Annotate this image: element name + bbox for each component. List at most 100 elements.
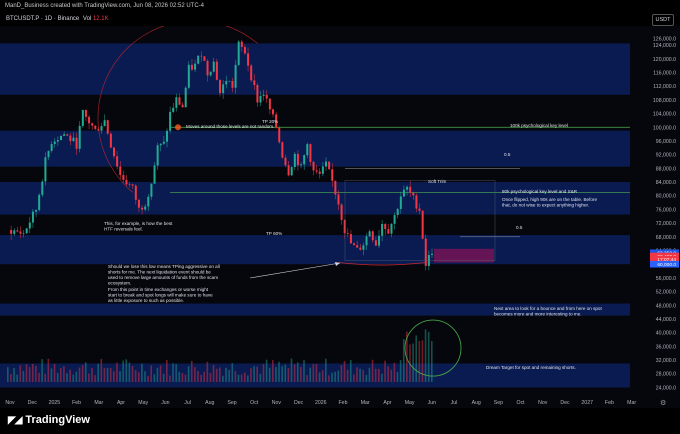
volume-bar: [184, 374, 187, 382]
candle-body: [256, 84, 259, 103]
candle-body: [122, 175, 125, 180]
volume-bar: [359, 368, 361, 382]
price-tick-label: 40,000.0: [656, 331, 676, 337]
volume-bar: [259, 373, 262, 382]
candle-body: [421, 210, 424, 239]
candle-body: [268, 98, 271, 110]
volume-bar: [47, 358, 50, 382]
annotation-line: Soft Trim: [428, 179, 447, 184]
candle-body: [91, 123, 94, 126]
volume-bar: [268, 367, 271, 382]
price-tick-label: 36,000.0: [656, 344, 676, 350]
price-tick-label: 100,000.0: [653, 125, 676, 131]
candle-body: [356, 245, 359, 248]
volume-bar: [265, 359, 268, 382]
symbol-label[interactable]: BTCUSDT.P · 1D · Binance: [6, 16, 79, 22]
chart-author-bar: ManD_Business created with TradingView.c…: [0, 0, 680, 12]
candle-body: [150, 183, 153, 197]
candle-body: [321, 166, 324, 174]
candle-body: [84, 109, 87, 117]
time-tick-label: Jun: [428, 400, 436, 406]
candle-body: [106, 120, 109, 134]
candle-body: [166, 130, 168, 142]
time-tick-label: Nov: [538, 400, 548, 406]
candle-body: [228, 80, 231, 82]
candle-body: [25, 228, 28, 234]
volume-bar: [300, 366, 302, 382]
candle-body: [187, 64, 190, 88]
volume-bar: [278, 361, 280, 382]
volume-bar: [203, 371, 206, 382]
annotation-line: Next area to look for a bounce and from …: [494, 306, 602, 311]
time-tick-label: Jul: [184, 400, 191, 406]
time-tick-label: Nov: [5, 400, 15, 406]
candle-body: [119, 166, 122, 176]
candle-body: [219, 79, 221, 94]
volume-bar: [137, 372, 140, 382]
symbol-header: BTCUSDT.P · 1D · Binance Vol 12.1K: [0, 12, 680, 26]
time-tick-label: Mar: [94, 400, 103, 406]
candle-body: [134, 185, 137, 200]
volume-bar: [19, 365, 22, 382]
price-chart[interactable]: TP 20%Moves around those levels are not …: [0, 26, 680, 408]
volume-bar: [415, 335, 418, 382]
volume-bar: [125, 359, 128, 382]
volume-bar: [215, 368, 218, 382]
candle-body: [56, 140, 59, 142]
time-tick-label: May: [405, 400, 415, 406]
volume-bar: [293, 364, 296, 382]
candle-body: [290, 167, 293, 176]
candle-body: [306, 144, 309, 156]
price-tick-label: 112,000.0: [653, 84, 676, 90]
candle-body: [237, 41, 240, 65]
volume-bar: [25, 364, 28, 382]
chart-annotation: 0.5: [516, 225, 523, 230]
volume-bar: [384, 360, 386, 382]
volume-bar: [159, 365, 162, 382]
candle-body: [346, 233, 349, 235]
tradingview-brand: TradingView: [25, 414, 90, 426]
currency-button[interactable]: USDT: [652, 14, 674, 26]
gear-icon[interactable]: ⚙: [660, 399, 666, 407]
candle-body: [103, 120, 106, 127]
candle-body: [362, 245, 365, 250]
candle-body: [309, 144, 312, 162]
volume-bar: [312, 364, 315, 382]
candle-body: [113, 147, 115, 157]
price-labels: 63,350.062,400.017:07:4460,000.0: [650, 249, 679, 268]
candle-body: [159, 143, 162, 146]
price-tick-label: 88,000.0: [656, 166, 676, 172]
volume-bar: [340, 365, 343, 382]
volume-bar: [75, 371, 78, 382]
annotation-line: becomes more and more interesting to me.: [494, 312, 582, 317]
time-tick-label: Mar: [361, 400, 370, 406]
volume-bar: [250, 368, 252, 382]
annotation-line: Once flipped, high 90s are on the table.…: [502, 197, 597, 202]
volume-bar: [390, 369, 393, 382]
price-tick-label: 48,000.0: [656, 303, 676, 309]
price-tick-label: 24,000.0: [656, 385, 676, 391]
target-box: [434, 248, 494, 263]
volume-bar: [113, 371, 115, 382]
candle-body: [125, 179, 128, 185]
volume-bar: [66, 373, 68, 382]
candle-body: [94, 125, 97, 129]
chart-annotation: 80k psychological key level and S&R: [502, 189, 578, 194]
volume-bar: [94, 375, 96, 382]
volume-bar: [275, 367, 277, 382]
candle-body: [412, 192, 415, 196]
volume-bar: [41, 359, 43, 382]
volume-bar: [365, 374, 368, 382]
volume-bar: [150, 365, 153, 382]
volume-bar: [272, 360, 274, 382]
volume-bar: [91, 367, 93, 382]
annotation-line: From this point in time exchanges or wor…: [108, 287, 209, 292]
volume-bar: [147, 375, 149, 382]
support-zone: [0, 130, 630, 167]
price-tick-label: 116,000.0: [653, 71, 676, 77]
annotation-line: used to remove large amounts of funds fr…: [108, 275, 218, 280]
annotation-line: Moves around those levels are not random…: [186, 124, 274, 129]
candle-body: [378, 235, 380, 246]
price-tick-label: 126,000.0: [653, 36, 676, 42]
annotation-line: Dream Target for spot and remaining shor…: [486, 365, 576, 370]
